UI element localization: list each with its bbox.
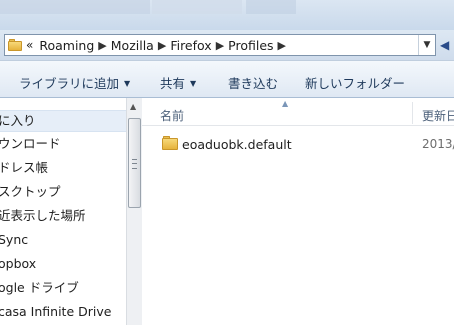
- titlebar-blur-region: [152, 0, 242, 14]
- nav-item-picasa-drive[interactable]: casa Infinite Drive: [0, 302, 126, 322]
- nav-item-desktop[interactable]: スクトップ: [0, 182, 126, 202]
- nav-scrollbar[interactable]: ▲: [126, 98, 142, 325]
- nav-item-google-drive[interactable]: ogle ドライブ: [0, 278, 126, 298]
- column-header-date[interactable]: 更新日: [422, 107, 454, 124]
- new-folder-button[interactable]: 新しいフォルダー: [305, 73, 405, 92]
- column-divider[interactable]: [412, 102, 413, 124]
- file-date: 2013/: [422, 137, 454, 151]
- breadcrumb-mozilla[interactable]: Mozilla: [111, 38, 154, 53]
- chevron-down-icon: ▼: [190, 79, 197, 88]
- folder-icon: [162, 136, 178, 150]
- file-name: eoaduobk.default: [182, 137, 292, 152]
- file-list-pane: ▲ 名前 更新日 eoaduobk.default 2013/: [142, 98, 454, 325]
- table-row[interactable]: eoaduobk.default 2013/: [142, 134, 454, 154]
- nav-item-sync[interactable]: Sync: [0, 230, 126, 250]
- column-header-row: ▲ 名前 更新日: [142, 98, 454, 126]
- scroll-thumb[interactable]: [128, 118, 141, 208]
- nav-item-dropbox[interactable]: opbox: [0, 254, 126, 274]
- breadcrumb-profiles[interactable]: Profiles: [228, 38, 273, 53]
- breadcrumb-arrow-icon[interactable]: ▶: [216, 39, 224, 52]
- nav-item-favorites[interactable]: に入り: [0, 110, 126, 132]
- breadcrumb-arrow-icon[interactable]: ▶: [278, 39, 286, 52]
- breadcrumb-roaming[interactable]: Roaming: [39, 38, 94, 53]
- scroll-up-arrow-icon[interactable]: ▲: [130, 102, 136, 111]
- chevron-down-icon: ▼: [124, 79, 131, 88]
- nav-item-downloads[interactable]: ウンロード: [0, 134, 126, 154]
- grip-icon: [132, 159, 137, 169]
- share-button[interactable]: 共有 ▼: [160, 73, 196, 92]
- breadcrumb-arrow-icon[interactable]: ▶: [98, 39, 106, 52]
- titlebar-blur-region: [0, 0, 150, 14]
- add-to-library-button[interactable]: ライブラリに追加 ▼: [19, 73, 130, 92]
- address-breadcrumb-box[interactable]: « Roaming ▶ Mozilla ▶ Firefox ▶ Profiles…: [4, 34, 436, 56]
- sort-ascending-icon: ▲: [282, 99, 289, 108]
- breadcrumb-firefox[interactable]: Firefox: [170, 38, 211, 53]
- nav-item-recent-places[interactable]: 近表示した場所: [0, 206, 126, 226]
- breadcrumb-arrow-icon[interactable]: ▶: [158, 39, 166, 52]
- burn-button[interactable]: 書き込む: [228, 73, 278, 92]
- navigation-pane: に入り ウンロード ドレス帳 スクトップ 近表示した場所 Sync opbox …: [0, 98, 126, 325]
- refresh-arrow-icon[interactable]: ◀: [440, 38, 449, 52]
- folder-icon: [8, 39, 22, 51]
- address-bar: « Roaming ▶ Mozilla ▶ Firefox ▶ Profiles…: [0, 30, 454, 60]
- column-header-name[interactable]: 名前: [160, 107, 184, 124]
- titlebar-blur-region: [246, 0, 296, 14]
- command-toolbar: ライブラリに追加 ▼ 共有 ▼ 書き込む 新しいフォルダー: [0, 60, 454, 98]
- window-titlebar: [0, 0, 454, 30]
- breadcrumb-overflow-chevron[interactable]: «: [26, 38, 33, 52]
- address-dropdown-icon[interactable]: ▼: [418, 35, 435, 55]
- nav-item-address-book[interactable]: ドレス帳: [0, 158, 126, 178]
